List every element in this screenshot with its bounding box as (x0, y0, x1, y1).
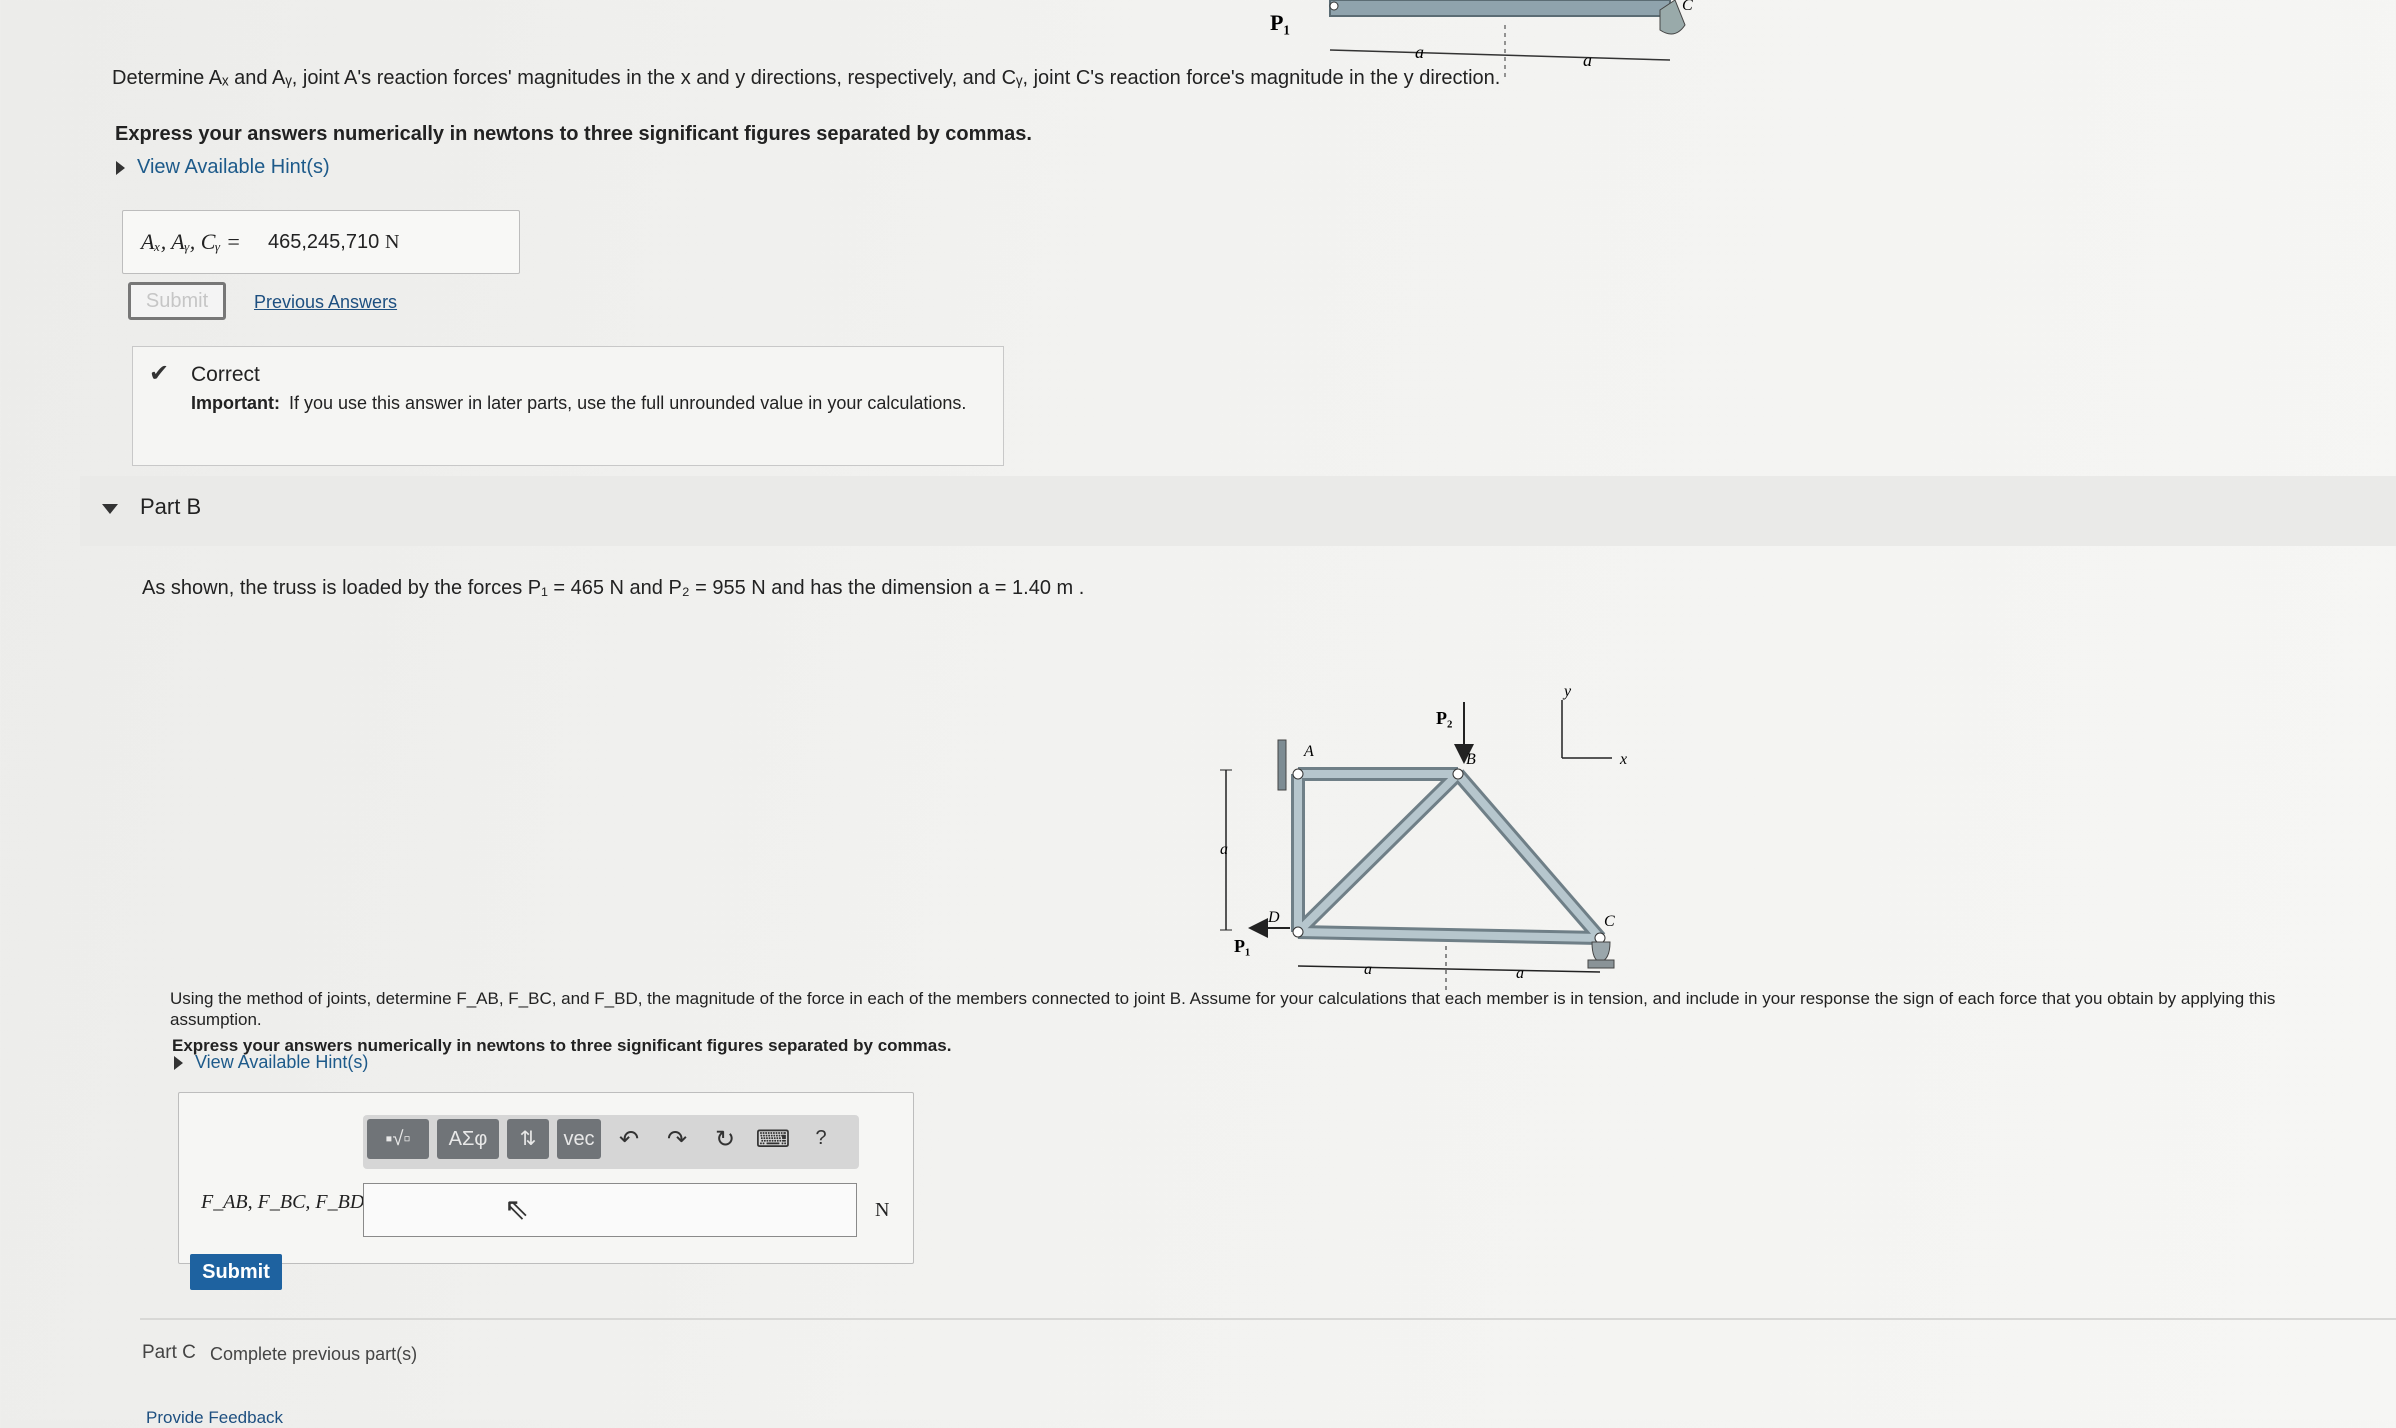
joint-a (1292, 768, 1304, 780)
important-text: If you use this answer in later parts, u… (289, 393, 967, 413)
member-bc-highlight (1454, 771, 1604, 941)
expand-arrow-icon (116, 160, 125, 175)
label-a-vertical: a (1220, 841, 1228, 858)
part-b-header-bar[interactable]: Part B (80, 476, 2396, 546)
answer-unit: N (875, 1199, 890, 1221)
section-divider (140, 1318, 2396, 1320)
provide-feedback-link[interactable]: Provide Feedback (146, 1408, 283, 1428)
label-a-right: a (1516, 965, 1524, 982)
correct-title: Correct (191, 363, 260, 386)
member-bd-highlight (1295, 771, 1461, 935)
part-b-question: Using the method of joints, determine F_… (170, 989, 2276, 1030)
p1-label: P₁ (1270, 10, 1290, 35)
c-label: C (1682, 0, 1693, 14)
answer-label: F_AB, F_BC, F_BD = (201, 1191, 383, 1213)
label-p2: P₂ (1436, 708, 1452, 728)
joint-b (1452, 768, 1464, 780)
joint-pin (1329, 1, 1339, 11)
label-y: y (1562, 683, 1572, 700)
label-x: x (1619, 751, 1627, 768)
symbols-button[interactable]: ΑΣφ (437, 1119, 499, 1159)
part-b-answer-panel: ▪√▫ ΑΣφ ⇅ vec ↶ ↷ ↻ ⌨ ? F_AB, F_BC, F_BD… (178, 1092, 914, 1264)
previous-answers-link[interactable]: Previous Answers (254, 292, 397, 313)
checkmark-icon: ✔ (149, 360, 170, 387)
label-b: B (1466, 751, 1476, 768)
vec-button[interactable]: vec (557, 1119, 601, 1159)
hint-label: View Available Hint(s) (195, 1052, 369, 1072)
joint-d (1292, 926, 1304, 938)
part-c-label[interactable]: Part C (142, 1342, 196, 1364)
part-b-submit-button[interactable]: Submit (190, 1254, 282, 1290)
expand-arrow-icon (174, 1056, 183, 1071)
hint-label: View Available Hint(s) (137, 156, 330, 178)
label-a-left: a (1364, 961, 1372, 978)
collapse-arrow-icon (102, 504, 118, 514)
truss-figure: A B C D P₂ P₁ x y a a a (1220, 683, 1627, 990)
subscript-button[interactable]: ⇅ (507, 1119, 549, 1159)
keyboard-icon[interactable]: ⌨ (755, 1125, 791, 1154)
dim-a-label: a (1415, 42, 1424, 62)
redo-icon[interactable]: ↷ (659, 1125, 695, 1154)
answer-input[interactable]: ⇖ (363, 1183, 857, 1237)
reset-icon[interactable]: ↻ (707, 1125, 743, 1154)
roller-base (1587, 959, 1615, 969)
part-b-header: Part B (140, 494, 202, 519)
part-a-instruction: Express your answers numerically in newt… (115, 123, 1032, 145)
important-label: Important: (191, 393, 280, 413)
label-c: C (1604, 913, 1615, 930)
answer-unit: N (385, 231, 400, 253)
wall-support-a (1277, 739, 1287, 791)
dimension-line (1329, 49, 1671, 61)
label-a: A (1303, 743, 1314, 760)
label-d: D (1267, 909, 1280, 926)
answer-label: Aₓ, Aᵧ, Cᵧ = (141, 229, 241, 254)
dim-horizontal (1297, 965, 1601, 973)
cursor-arrow-icon: ⇖ (504, 1193, 530, 1226)
label-p1: P₁ (1234, 936, 1250, 956)
part-b-hint-toggle[interactable]: View Available Hint(s) (174, 1052, 368, 1073)
undo-icon[interactable]: ↶ (611, 1125, 647, 1154)
part-c-status: Complete previous part(s) (210, 1344, 418, 1364)
correct-feedback-box: ✔ Correct Important: If you use this ans… (132, 346, 1004, 466)
part-a-submit-button[interactable]: Submit (128, 282, 226, 320)
truss-member-top (1329, 0, 1671, 17)
answer-value: 465,245,710 (268, 231, 380, 253)
part-b-statement: As shown, the truss is loaded by the for… (142, 577, 1085, 599)
part-a-hint-toggle[interactable]: View Available Hint(s) (116, 156, 330, 179)
templates-button[interactable]: ▪√▫ (367, 1119, 429, 1159)
help-icon[interactable]: ? (803, 1127, 839, 1150)
part-a-question: Determine Aₓ and Aᵧ, joint A's reaction … (112, 67, 1501, 89)
part-a-answer-box: Aₓ, Aᵧ, Cᵧ = 465,245,710 N (122, 210, 520, 274)
roller-support-c (1591, 941, 1611, 963)
dim-a-label: a (1583, 50, 1592, 70)
